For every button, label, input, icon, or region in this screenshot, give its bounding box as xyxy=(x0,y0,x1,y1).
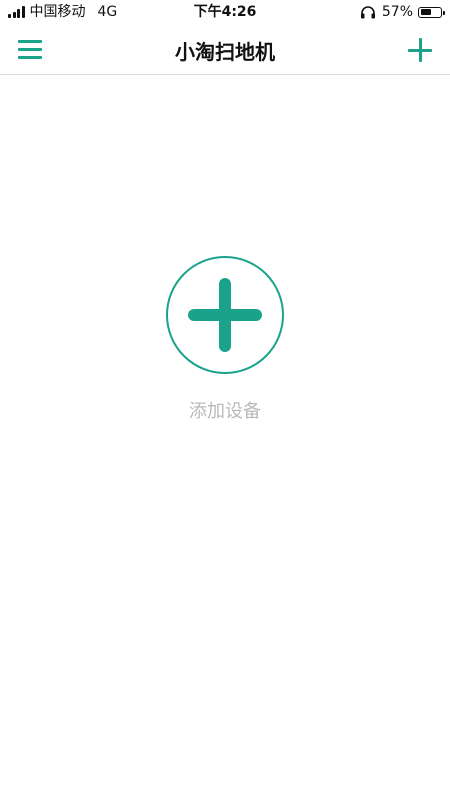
battery-fill xyxy=(420,9,432,15)
headphone-icon xyxy=(360,6,375,19)
add-button[interactable] xyxy=(408,38,432,62)
battery-icon xyxy=(418,6,445,18)
battery-percent: 57% xyxy=(381,4,413,20)
nav-bar: 小淘扫地机 xyxy=(0,24,450,75)
status-right: 57% xyxy=(360,0,445,24)
add-device-button[interactable] xyxy=(166,256,284,374)
add-device-label[interactable]: 添加设备 xyxy=(0,397,450,423)
page-title: 小淘扫地机 xyxy=(175,40,275,64)
status-bar: 中国移动 4G 下午4:26 57% xyxy=(0,0,450,24)
